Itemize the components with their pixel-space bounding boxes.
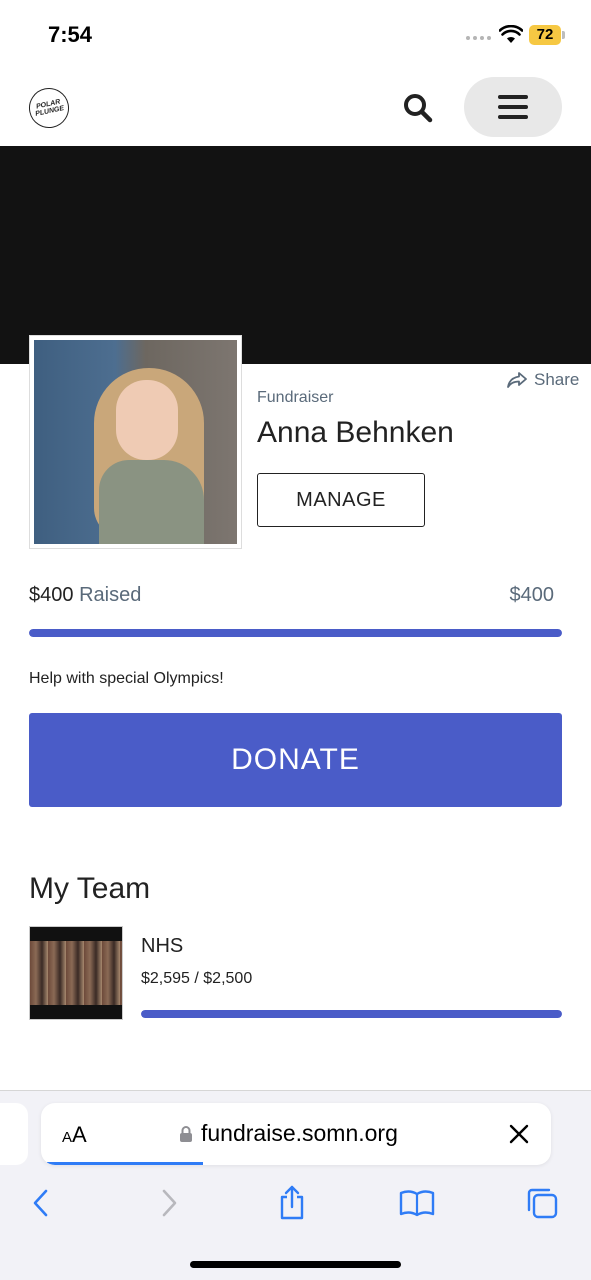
cover-banner bbox=[0, 146, 591, 364]
search-button[interactable] bbox=[398, 88, 438, 128]
safari-bottom-bar: AA fundraise.somn.org bbox=[0, 1090, 591, 1280]
url-display[interactable]: fundraise.somn.org bbox=[179, 1120, 398, 1147]
previous-tab-card[interactable] bbox=[0, 1103, 28, 1165]
team-heading: My Team bbox=[29, 872, 151, 905]
fundraiser-role-label: Fundraiser bbox=[257, 389, 334, 406]
team-progress-bar bbox=[141, 1010, 562, 1018]
battery-indicator: 72 bbox=[529, 25, 561, 45]
manage-button[interactable]: MANAGE bbox=[257, 473, 425, 527]
share-label: Share bbox=[534, 370, 580, 389]
stop-loading-button[interactable] bbox=[507, 1120, 531, 1148]
tabs-button[interactable] bbox=[522, 1183, 562, 1223]
book-icon bbox=[399, 1190, 435, 1217]
lock-icon bbox=[180, 1125, 192, 1142]
hamburger-menu-icon bbox=[498, 95, 528, 119]
text-size-button[interactable]: AA bbox=[62, 1122, 87, 1148]
share-button[interactable]: Share bbox=[506, 370, 579, 390]
battery-tip bbox=[562, 31, 565, 39]
back-button[interactable] bbox=[21, 1183, 61, 1223]
team-progress-fill bbox=[141, 1010, 562, 1018]
forward-button[interactable] bbox=[149, 1183, 189, 1223]
share-sheet-button[interactable] bbox=[272, 1183, 312, 1223]
home-indicator bbox=[190, 1261, 401, 1268]
fundraiser-progress-bar bbox=[29, 629, 562, 637]
raised-summary: $400 Raised bbox=[29, 584, 141, 607]
site-header: POLAR PLUNGE bbox=[0, 66, 591, 146]
page-load-progress bbox=[47, 1162, 203, 1165]
donate-button[interactable]: DONATE bbox=[29, 713, 562, 807]
team-photo[interactable] bbox=[29, 926, 123, 1020]
polar-plunge-logo[interactable]: POLAR PLUNGE bbox=[25, 84, 73, 132]
share-icon bbox=[280, 1185, 304, 1220]
bookmarks-button[interactable] bbox=[397, 1183, 437, 1223]
fundraiser-name: Anna Behnken bbox=[257, 416, 454, 449]
chevron-right-icon bbox=[162, 1189, 177, 1217]
fundraiser-progress-fill bbox=[29, 629, 562, 637]
share-arrow-icon bbox=[507, 372, 527, 388]
raised-label: Raised bbox=[79, 584, 142, 606]
raised-amount: $400 bbox=[29, 584, 74, 606]
chevron-left-icon bbox=[33, 1189, 48, 1217]
fundraiser-description: Help with special Olympics! bbox=[29, 670, 224, 687]
tabs-icon bbox=[527, 1188, 558, 1219]
wifi-icon bbox=[499, 25, 523, 43]
cellular-signal-icon bbox=[466, 36, 491, 40]
menu-button[interactable] bbox=[464, 77, 562, 137]
status-time: 7:54 bbox=[48, 22, 93, 47]
status-bar: 7:54 72 bbox=[0, 0, 591, 66]
address-bar[interactable]: AA fundraise.somn.org bbox=[41, 1103, 551, 1165]
close-icon bbox=[509, 1124, 529, 1144]
team-amount: $2,595 / $2,500 bbox=[141, 970, 253, 987]
profile-photo bbox=[29, 335, 242, 549]
goal-amount: $400 bbox=[509, 584, 555, 606]
url-text: fundraise.somn.org bbox=[201, 1120, 398, 1146]
team-name[interactable]: NHS bbox=[141, 935, 183, 958]
search-icon bbox=[404, 94, 433, 123]
